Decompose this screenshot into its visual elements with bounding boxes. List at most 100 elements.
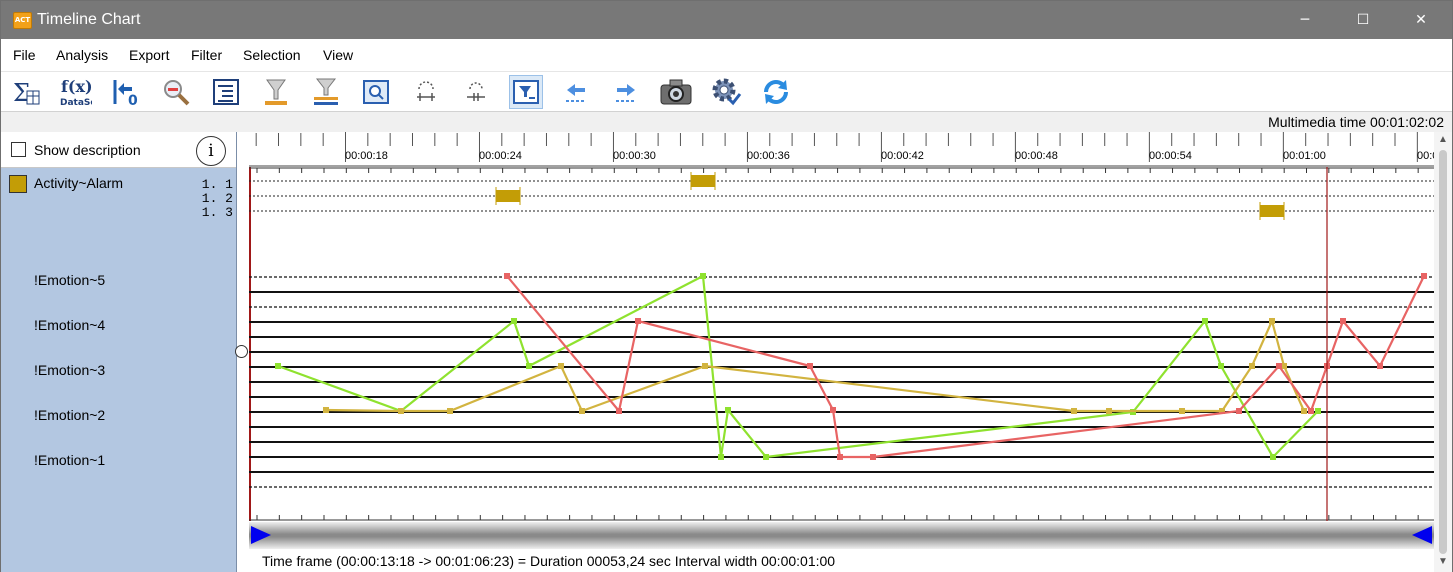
alarm-event (1260, 205, 1284, 217)
toolbar: Σ f(x) DataSet 0 (1, 71, 1452, 111)
gold-series-point (1179, 408, 1185, 414)
zoom-window-icon[interactable] (359, 75, 393, 109)
svg-text:DataSet: DataSet (60, 98, 92, 108)
time-filter-icon[interactable] (509, 75, 543, 109)
gold-series-point (1301, 408, 1307, 414)
red-series-point (1236, 408, 1242, 414)
red-series-point (1308, 408, 1314, 414)
outline-icon[interactable] (209, 75, 243, 109)
green-series-point (1315, 408, 1321, 414)
red-series-point (1377, 363, 1383, 369)
green-series-point (526, 363, 532, 369)
refresh-icon[interactable] (759, 75, 793, 109)
info-icon[interactable]: i (196, 136, 226, 166)
green-series-point (1202, 318, 1208, 324)
window-title: Timeline Chart (37, 11, 141, 28)
ruler-label: 00:01:00 (1283, 150, 1326, 162)
menu-analysis[interactable]: Analysis (56, 47, 108, 63)
function-dataset-icon[interactable]: f(x) DataSet (58, 75, 92, 109)
show-description-checkbox[interactable] (11, 142, 26, 157)
close-button[interactable]: ✕ (1392, 1, 1450, 39)
zoom-out-icon[interactable] (159, 75, 193, 109)
gold-series-point (702, 363, 708, 369)
activity-color-swatch[interactable] (9, 175, 27, 193)
ruler-label: 00:00:24 (479, 150, 522, 162)
activity-label: Activity~Alarm (34, 175, 124, 191)
ruler-label: 00:00:30 (613, 150, 656, 162)
menu-file[interactable]: File (13, 47, 36, 63)
filter-list-icon[interactable] (309, 75, 343, 109)
scroll-down-icon[interactable]: ▼ (1436, 556, 1450, 567)
green-series-point (763, 454, 769, 460)
emotion-label: !Emotion~4 (34, 317, 106, 333)
alarm-event (496, 190, 520, 202)
range-end-handle[interactable] (1412, 526, 1432, 544)
gold-series-point (447, 408, 453, 414)
multimedia-time-bar: Multimedia time 00:01:02:02 (1, 111, 1452, 132)
red-series-point (807, 363, 813, 369)
previous-icon[interactable] (559, 75, 593, 109)
filter-icon[interactable] (259, 75, 293, 109)
range-start-handle[interactable] (251, 526, 271, 544)
sum-table-icon[interactable]: Σ (9, 75, 43, 109)
vertical-scrollbar[interactable]: ▲ ▼ (1434, 132, 1452, 572)
red-series-point (1276, 363, 1282, 369)
gold-series-point (1071, 408, 1077, 414)
title-bar[interactable]: ACT Timeline Chart ─ ☐ ✕ (1, 1, 1452, 39)
gold-series-point (579, 408, 585, 414)
app-icon: ACT (13, 12, 32, 29)
green-series-point (1218, 363, 1224, 369)
legend-panel: Show description i Activity~Alarm 1. 1 1… (1, 132, 237, 572)
maximize-button[interactable]: ☐ (1334, 1, 1392, 39)
gold-series-point (558, 363, 564, 369)
ruler-label: 00:00:18 (345, 150, 388, 162)
scroll-up-icon[interactable]: ▲ (1436, 134, 1450, 145)
green-series-point (275, 363, 281, 369)
emotion-label: !Emotion~2 (34, 407, 106, 423)
scroll-thumb[interactable] (1439, 150, 1447, 554)
next-icon[interactable] (609, 75, 643, 109)
gold-series-point (1106, 408, 1112, 414)
go-to-start-icon[interactable]: 0 (108, 75, 142, 109)
ruler-label: 00:00:42 (881, 150, 924, 162)
ruler-label: 00:00:54 (1149, 150, 1192, 162)
red-series-point (504, 273, 510, 279)
gold-series-point (1269, 318, 1275, 324)
timeline-plot-area[interactable] (249, 167, 1434, 521)
multimedia-time: Multimedia time 00:01:02:02 (1268, 114, 1444, 130)
time-range-slider[interactable] (249, 522, 1434, 549)
green-series-point (511, 318, 517, 324)
red-series-point (837, 454, 843, 460)
menu-filter[interactable]: Filter (191, 47, 222, 63)
time-ruler[interactable] (249, 132, 1434, 167)
ruler-label: 00:00:36 (747, 150, 790, 162)
green-series-point (1270, 454, 1276, 460)
level-label: 1. 1 (201, 177, 233, 192)
emotion-label: !Emotion~1 (34, 452, 106, 468)
minimize-button[interactable]: ─ (1276, 1, 1334, 39)
green-series-point (718, 454, 724, 460)
level-label: 1. 2 (201, 191, 233, 206)
expand-icon[interactable] (409, 75, 443, 109)
timeline-chart-window: ACT Timeline Chart ─ ☐ ✕ File Analysis E… (0, 0, 1453, 572)
red-series-point (616, 408, 622, 414)
red-series-point (635, 318, 641, 324)
green-series-point (725, 407, 731, 413)
camera-icon[interactable] (659, 75, 693, 109)
red-series-point (1421, 273, 1427, 279)
row-anchor-marker[interactable] (235, 345, 248, 358)
menu-view[interactable]: View (323, 47, 353, 63)
emotion-label: !Emotion~5 (34, 272, 106, 288)
collapse-icon[interactable] (459, 75, 493, 109)
ruler-label: 00:00:48 (1015, 150, 1058, 162)
svg-text:f(x): f(x) (61, 77, 92, 96)
menu-selection[interactable]: Selection (243, 47, 301, 63)
show-description-label[interactable]: Show description (34, 142, 141, 158)
settings-icon[interactable] (709, 75, 743, 109)
red-series-point (830, 407, 836, 413)
gold-series-point (1249, 363, 1255, 369)
svg-text:0: 0 (128, 93, 138, 107)
menu-export[interactable]: Export (129, 47, 169, 63)
red-series-point (870, 454, 876, 460)
level-label: 1. 3 (201, 205, 233, 220)
